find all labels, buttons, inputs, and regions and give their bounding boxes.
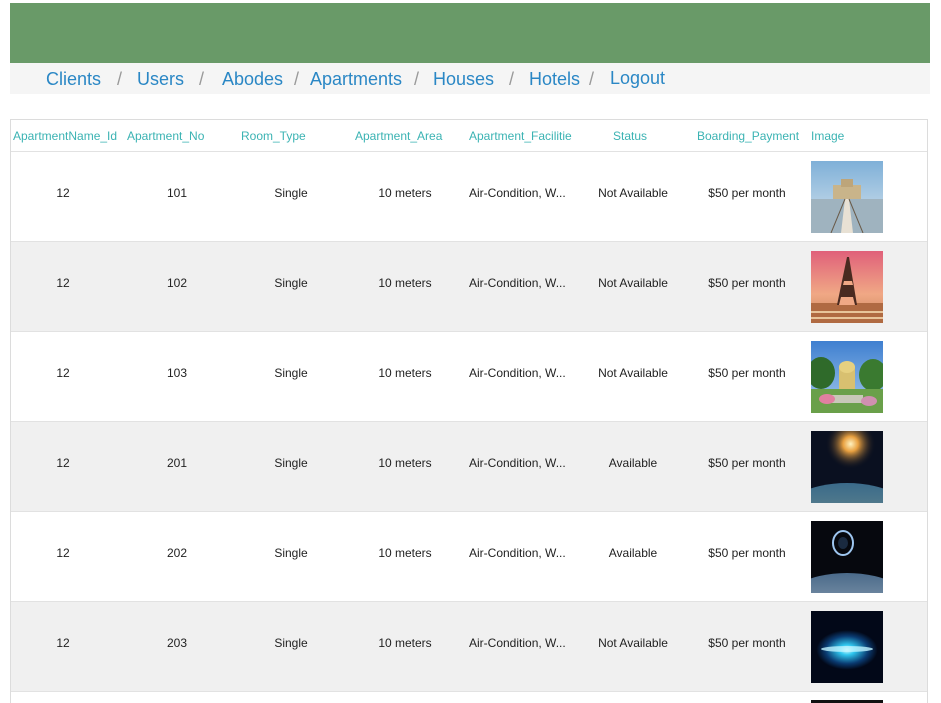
- column-header-status[interactable]: Status: [613, 129, 673, 143]
- cell-status: Not Available: [598, 636, 668, 650]
- cell-apartment-facilities: Air-Condition, W...: [469, 546, 566, 560]
- palace-garden-photo-thumbnail[interactable]: [811, 341, 883, 413]
- apartments-table: ApartmentName_Id Apartment_No Room_Type …: [10, 119, 928, 703]
- table-row: 12 102 Single 10 meters Air-Condition, W…: [11, 242, 927, 332]
- cell-apartment-area: 10 meters: [378, 546, 432, 560]
- cell-apartmentname-id: 12: [56, 546, 70, 560]
- cell-status: Available: [608, 456, 658, 470]
- cell-apartmentname-id: 12: [56, 366, 70, 380]
- column-header-image[interactable]: Image: [811, 129, 871, 143]
- cell-boarding-payment: $50 per month: [708, 456, 786, 470]
- nav-link-houses[interactable]: Houses: [433, 68, 494, 90]
- cell-boarding-payment: $50 per month: [708, 546, 786, 560]
- cell-apartment-facilities: Air-Condition, W...: [469, 366, 566, 380]
- cell-apartment-no: 203: [166, 636, 188, 650]
- table-row: 12 103 Single 10 meters Air-Condition, W…: [11, 332, 927, 422]
- column-header-apartment-no[interactable]: Apartment_No: [127, 129, 227, 143]
- cell-apartment-no: 101: [166, 186, 188, 200]
- cell-boarding-payment: $50 per month: [708, 186, 786, 200]
- column-header-room-type[interactable]: Room_Type: [241, 129, 341, 143]
- galaxy-glow-photo-thumbnail[interactable]: [811, 611, 883, 683]
- nav-link-apartments[interactable]: Apartments: [310, 68, 402, 90]
- nav-link-logout[interactable]: Logout: [610, 67, 665, 89]
- cell-room-type: Single: [274, 546, 308, 560]
- cell-boarding-payment: $50 per month: [708, 636, 786, 650]
- cell-apartmentname-id: 12: [56, 456, 70, 470]
- cell-room-type: Single: [274, 186, 308, 200]
- cell-status: Available: [608, 546, 658, 560]
- nav-link-hotels[interactable]: Hotels: [529, 68, 580, 90]
- pier-photo-thumbnail[interactable]: [811, 161, 883, 233]
- cell-apartment-no: 103: [166, 366, 188, 380]
- cell-apartment-facilities: Air-Condition, W...: [469, 276, 566, 290]
- nav-separator: /: [589, 69, 595, 89]
- eiffel-tower-photo-thumbnail[interactable]: [811, 251, 883, 323]
- table-row: 12 201 Single 10 meters Air-Condition, W…: [11, 422, 927, 512]
- cell-apartment-area: 10 meters: [378, 366, 432, 380]
- cell-apartment-no: 202: [166, 546, 188, 560]
- table-row: 12 101 Single 10 meters Air-Condition, W…: [11, 152, 927, 242]
- column-header-apartment-area[interactable]: Apartment_Area: [355, 129, 465, 143]
- cell-apartmentname-id: 12: [56, 186, 70, 200]
- cell-room-type: Single: [274, 456, 308, 470]
- cell-apartment-area: 10 meters: [378, 456, 432, 470]
- top-banner: [10, 3, 930, 63]
- cell-apartment-no: 102: [166, 276, 188, 290]
- cell-boarding-payment: $50 per month: [708, 276, 786, 290]
- cell-room-type: Single: [274, 276, 308, 290]
- page: Clients / Users / Abodes / Apartments / …: [0, 0, 941, 703]
- table-row: 12 203 Single 10 meters Air-Condition, W…: [11, 602, 927, 692]
- cell-status: Not Available: [598, 186, 668, 200]
- cell-apartment-facilities: Air-Condition, W...: [469, 636, 566, 650]
- cell-apartmentname-id: 12: [56, 636, 70, 650]
- cell-apartment-area: 10 meters: [378, 636, 432, 650]
- space-ring-photo-thumbnail[interactable]: [811, 521, 883, 593]
- nav-link-users[interactable]: Users: [137, 68, 184, 90]
- nav-link-abodes[interactable]: Abodes: [222, 68, 283, 90]
- nav-separator: /: [294, 69, 300, 89]
- column-header-boarding-payment[interactable]: Boarding_Payment: [697, 129, 807, 143]
- cell-status: Not Available: [598, 366, 668, 380]
- nav-separator: /: [117, 69, 123, 89]
- table-header-row: ApartmentName_Id Apartment_No Room_Type …: [11, 120, 927, 152]
- cell-apartmentname-id: 12: [56, 276, 70, 290]
- nav-separator: /: [199, 69, 205, 89]
- nav-separator: /: [509, 69, 515, 89]
- cell-apartment-no: 201: [166, 456, 188, 470]
- space-sunrise-photo-thumbnail[interactable]: [811, 431, 883, 503]
- nav-link-clients[interactable]: Clients: [46, 68, 101, 90]
- table-row: 12 202 Single 10 meters Air-Condition, W…: [11, 512, 927, 602]
- cell-boarding-payment: $50 per month: [708, 366, 786, 380]
- column-header-apartment-facilities[interactable]: Apartment_Facilitie: [469, 129, 579, 143]
- column-header-apartmentname-id[interactable]: ApartmentName_Id: [13, 129, 125, 143]
- cell-apartment-area: 10 meters: [378, 276, 432, 290]
- cell-apartment-facilities: Air-Condition, W...: [469, 456, 566, 470]
- cell-room-type: Single: [274, 366, 308, 380]
- cell-apartment-area: 10 meters: [378, 186, 432, 200]
- cell-status: Not Available: [598, 276, 668, 290]
- nav-separator: /: [414, 69, 420, 89]
- cell-room-type: Single: [274, 636, 308, 650]
- cell-apartment-facilities: Air-Condition, W...: [469, 186, 566, 200]
